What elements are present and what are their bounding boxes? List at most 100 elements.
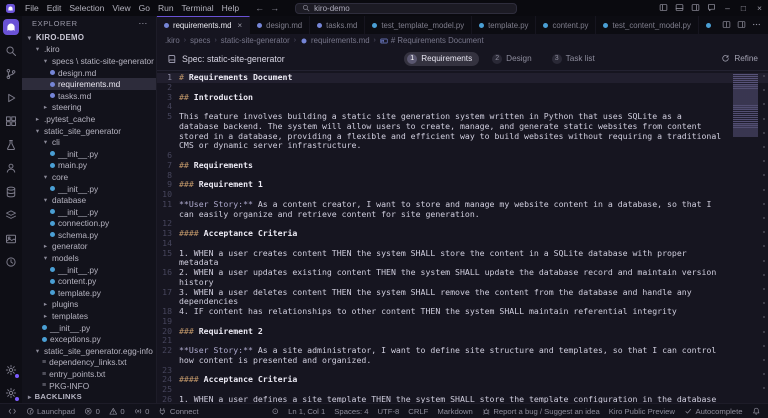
nav-back-icon[interactable]: ← xyxy=(255,3,264,13)
tab-template-py[interactable]: template.py xyxy=(472,16,536,34)
tree-item-templates[interactable]: ▸templates xyxy=(22,310,156,322)
kiro-public-preview[interactable]: Kiro Public Preview xyxy=(609,407,675,416)
more-actions-icon[interactable] xyxy=(752,16,761,34)
tab-requirements-md[interactable]: requirements.md× xyxy=(157,16,250,34)
panel-right-icon[interactable] xyxy=(691,0,700,17)
editor-line-1[interactable]: 1# Requirements Document xyxy=(157,73,768,83)
editor-pane[interactable]: 1# Requirements Document23## Introductio… xyxy=(157,71,768,403)
tree-item-tasks-md[interactable]: tasks.md xyxy=(22,90,156,102)
tree-item-schema-py[interactable]: schema.py xyxy=(22,229,156,241)
tree-item-plugins[interactable]: ▸plugins xyxy=(22,299,156,311)
encoding[interactable]: UTF-8 xyxy=(378,407,400,416)
tree-item-steering[interactable]: ▸steering xyxy=(22,102,156,114)
menu-selection[interactable]: Selection xyxy=(65,1,108,15)
editor-line-24[interactable]: 24#### Acceptance Criteria xyxy=(157,375,768,385)
eol-sequence[interactable]: CRLF xyxy=(408,407,428,416)
run-debug-icon[interactable] xyxy=(3,90,19,106)
menu-view[interactable]: View xyxy=(108,1,134,15)
editor-line-22[interactable]: 22**User Story:** As a site administrato… xyxy=(157,346,768,366)
tree-item-template-py[interactable]: template.py xyxy=(22,287,156,299)
search-icon[interactable] xyxy=(3,43,19,59)
test-beaker-icon[interactable] xyxy=(3,137,19,153)
tree-item-generator[interactable]: ▸generator xyxy=(22,241,156,253)
breadcrumb-item[interactable]: specs xyxy=(190,36,210,45)
tab-test-[interactable]: test_ xyxy=(699,16,715,34)
tree-item-dependency-links-txt[interactable]: ≡dependency_links.txt xyxy=(22,357,156,369)
menu-edit[interactable]: Edit xyxy=(43,1,66,15)
editor-line-17[interactable]: 173. WHEN a user deletes content THEN th… xyxy=(157,288,768,308)
status-circle-icon[interactable] xyxy=(271,407,280,416)
tree-item-entry-points-txt[interactable]: ≡entry_points.txt xyxy=(22,368,156,380)
tree-item--init-py[interactable]: __init__.py xyxy=(22,148,156,160)
tab-test-content-model-py[interactable]: test_content_model.py xyxy=(596,16,698,34)
editor-line-26[interactable]: 261. WHEN a user defines a site template… xyxy=(157,395,768,403)
split-editor-icon[interactable] xyxy=(722,16,731,34)
editor-line-11[interactable]: 11**User Story:** As a content creator, … xyxy=(157,200,768,220)
tree-item--init-py[interactable]: __init__.py xyxy=(22,206,156,218)
kiro-logo-icon[interactable] xyxy=(3,19,19,35)
minimap[interactable] xyxy=(733,74,758,137)
tree-item-static-site-generator[interactable]: ▾static_site_generator xyxy=(22,125,156,137)
autocomplete-toggle[interactable]: Autocomplete xyxy=(684,407,743,416)
editor-line-15[interactable]: 151. WHEN a user creates content THEN th… xyxy=(157,249,768,269)
editor-line-7[interactable]: 7## Requirements xyxy=(157,161,768,171)
tree-item--init-py[interactable]: __init__.py xyxy=(22,183,156,195)
panel-left-icon[interactable] xyxy=(659,0,668,17)
cursor-position[interactable]: Ln 1, Col 1 xyxy=(288,407,325,416)
ports-count[interactable]: 0 xyxy=(134,407,150,416)
breadcrumb-item[interactable]: .kiro xyxy=(165,36,180,45)
refine-button[interactable]: Refine xyxy=(721,54,758,63)
minimize-button[interactable]: – xyxy=(723,3,732,13)
menu-terminal[interactable]: Terminal xyxy=(178,1,218,15)
editor-line-13[interactable]: 13#### Acceptance Criteria xyxy=(157,229,768,239)
language-mode[interactable]: Markdown xyxy=(437,407,472,416)
menu-help[interactable]: Help xyxy=(218,1,243,15)
layout-icon[interactable] xyxy=(737,16,746,34)
editor-line-20[interactable]: 20### Requirement 2 xyxy=(157,327,768,337)
tab-design-md[interactable]: design.md xyxy=(250,16,310,34)
command-search-box[interactable]: kiro-demo xyxy=(295,3,517,14)
close-button[interactable]: × xyxy=(755,3,764,13)
tree-item-specs-static-site-generator[interactable]: ▾specs \ static-site-generator xyxy=(22,55,156,67)
tree-item-design-md[interactable]: design.md xyxy=(22,67,156,79)
tab-test-template-model-py[interactable]: test_template_model.py xyxy=(365,16,472,34)
warnings-count[interactable]: 0 xyxy=(109,407,125,416)
tree-item-kiro-demo[interactable]: ▾KIRO-DEMO xyxy=(22,32,156,44)
step-requirements[interactable]: 1Requirements xyxy=(404,52,479,66)
step-design[interactable]: 2Design xyxy=(489,52,539,66)
tree-item-pkg-info[interactable]: ≡PKG-INFO xyxy=(22,380,156,390)
tab-tasks-md[interactable]: tasks.md xyxy=(310,16,365,34)
connect-button[interactable]: Connect xyxy=(158,407,198,416)
breadcrumb-item[interactable]: # Requirements Document xyxy=(380,36,484,45)
explorer-more-icon[interactable]: ⋯ xyxy=(138,18,148,29)
remote-icon[interactable] xyxy=(8,407,17,416)
panel-bottom-icon[interactable] xyxy=(675,0,684,17)
launchpad-button[interactable]: Launchpad xyxy=(26,407,76,416)
editor-line-9[interactable]: 9### Requirement 1 xyxy=(157,180,768,190)
backlinks-section[interactable]: ▸ BACKLINKS xyxy=(22,390,156,403)
breadcrumb-item[interactable]: requirements.md xyxy=(300,36,370,45)
errors-count[interactable]: 0 xyxy=(84,407,100,416)
editor-line-18[interactable]: 184. IF content has relationships to oth… xyxy=(157,307,768,317)
close-icon[interactable]: × xyxy=(238,21,243,30)
snapshot-icon[interactable] xyxy=(3,231,19,247)
extensions-icon[interactable] xyxy=(3,113,19,129)
editor-line-5[interactable]: 5This feature involves building a static… xyxy=(157,112,768,151)
nav-forward-icon[interactable]: → xyxy=(270,3,279,13)
layers-icon[interactable] xyxy=(3,207,19,223)
tree-item-database[interactable]: ▾database xyxy=(22,194,156,206)
tree-item--pytest-cache[interactable]: ▸.pytest_cache xyxy=(22,113,156,125)
source-control-icon[interactable] xyxy=(3,66,19,82)
tree-item-exceptions-py[interactable]: exceptions.py xyxy=(22,333,156,345)
tree-item-connection-py[interactable]: connection.py xyxy=(22,218,156,230)
tab-content-py[interactable]: content.py xyxy=(536,16,596,34)
tree-item--init-py[interactable]: __init__.py xyxy=(22,264,156,276)
tree-item-static-site-generator-egg-info[interactable]: ▾static_site_generator.egg-info xyxy=(22,345,156,357)
notifications-icon[interactable] xyxy=(752,407,761,416)
tree-item-requirements-md[interactable]: requirements.md xyxy=(22,78,156,90)
report-bug-button[interactable]: Report a bug / Suggest an idea xyxy=(482,407,600,416)
step-task-list[interactable]: 3Task list xyxy=(549,52,602,66)
tree-item-models[interactable]: ▾models xyxy=(22,252,156,264)
breadcrumb-item[interactable]: static-site-generator xyxy=(221,36,290,45)
chat-icon[interactable] xyxy=(707,0,716,17)
